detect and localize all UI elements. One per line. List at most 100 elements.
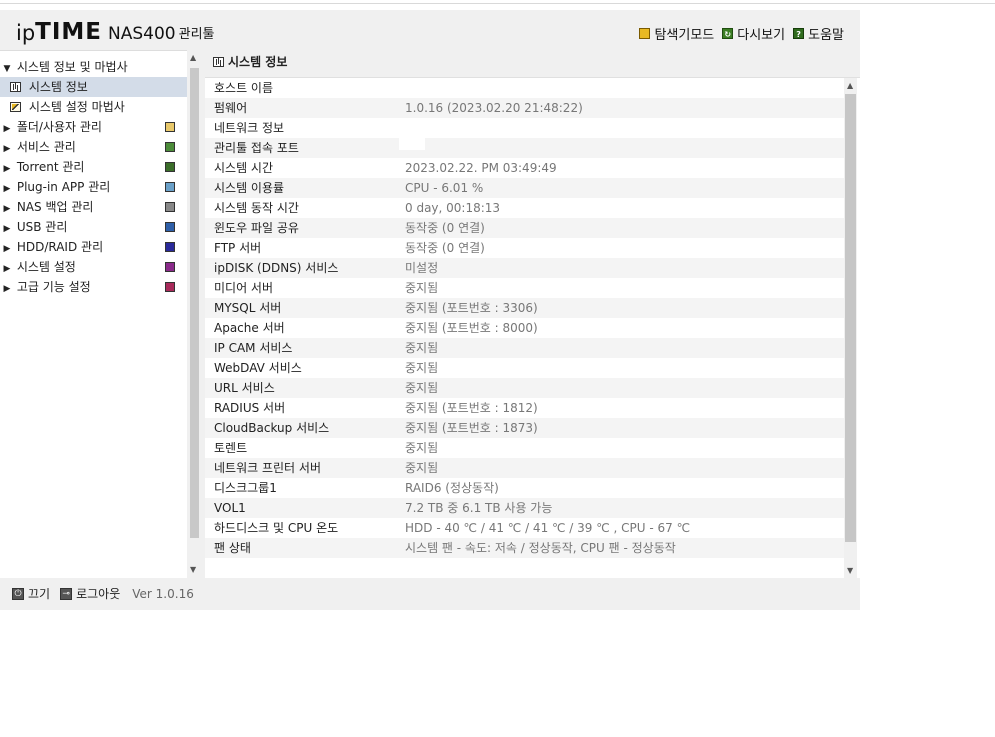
menu-item-label: NAS 백업 관리 bbox=[16, 200, 94, 214]
info-key: 하드디스크 및 CPU 온도 bbox=[214, 521, 339, 535]
table-row: 토렌트 중지됨 bbox=[205, 438, 844, 458]
content-scrollbar[interactable]: ▲ ▼ bbox=[844, 78, 857, 578]
info-value: RAID6 (정상동작) bbox=[405, 481, 499, 495]
menu-item-torrent[interactable]: ▶ Torrent 관리 bbox=[0, 157, 187, 177]
menu-item-label: 시스템 설정 bbox=[16, 260, 76, 274]
model-name: NAS400 bbox=[108, 24, 176, 44]
table-row: 하드디스크 및 CPU 온도 HDD - 40 ℃ / 41 ℃ / 41 ℃ /… bbox=[205, 518, 844, 538]
help-button[interactable]: ? 도움말 bbox=[793, 24, 844, 43]
logout-icon[interactable]: ⊸ bbox=[60, 587, 73, 600]
collapsed-triangle-icon: ▶ bbox=[3, 224, 11, 234]
logo-time-text: TIME bbox=[35, 19, 103, 45]
logo-ip-text: ip bbox=[16, 21, 36, 45]
menu-item-label: HDD/RAID 관리 bbox=[16, 240, 104, 254]
wizard-icon bbox=[10, 102, 21, 112]
collapsed-triangle-icon: ▶ bbox=[3, 284, 11, 294]
menu-item-system-settings[interactable]: ▶ 시스템 설정 bbox=[0, 257, 187, 277]
backup-icon bbox=[165, 202, 175, 212]
info-key: 토렌트 bbox=[214, 441, 248, 455]
menu-item-label: 시스템 정보 bbox=[28, 80, 88, 94]
info-key: 시스템 이용률 bbox=[214, 181, 285, 195]
info-key: 팬 상태 bbox=[214, 541, 251, 555]
refresh-button[interactable]: ↻ 다시보기 bbox=[722, 24, 785, 43]
info-value: 중지됨 bbox=[405, 361, 439, 375]
table-row: 디스크그룹1 RAID6 (정상동작) bbox=[205, 478, 844, 498]
info-value: 7.2 TB 중 6.1 TB 사용 가능 bbox=[405, 501, 553, 515]
scroll-down-icon[interactable]: ▼ bbox=[847, 566, 853, 575]
info-key: 시스템 시간 bbox=[214, 161, 274, 175]
explorer-mode-label: 탐색기모드 bbox=[654, 28, 715, 43]
menu-item-usb[interactable]: ▶ USB 관리 bbox=[0, 217, 187, 237]
table-row: 네트워크 프린터 서버 중지됨 bbox=[205, 458, 844, 478]
expanded-triangle-icon: ▼ bbox=[3, 64, 11, 74]
table-row: ipDISK (DDNS) 서비스 미설정 bbox=[205, 258, 844, 278]
menu-item-label: Plug-in APP 관리 bbox=[16, 180, 111, 194]
info-value: 미설정 bbox=[405, 261, 439, 275]
collapsed-triangle-icon: ▶ bbox=[3, 124, 11, 134]
table-row: 미디어 서버 중지됨 bbox=[205, 278, 844, 298]
menu-item-hdd-raid[interactable]: ▶ HDD/RAID 관리 bbox=[0, 237, 187, 257]
table-row: 시스템 동작 시간 0 day, 00:18:13 bbox=[205, 198, 844, 218]
info-key: WebDAV 서비스 bbox=[214, 361, 302, 375]
table-row: 펌웨어 1.0.16 (2023.02.20 21:48:22) bbox=[205, 98, 844, 118]
info-value: 중지됨 (포트번호 : 8000) bbox=[405, 321, 538, 335]
info-value: HDD - 40 ℃ / 41 ℃ / 41 ℃ / 39 ℃ , CPU - … bbox=[405, 521, 691, 535]
table-row: Apache 서버 중지됨 (포트번호 : 8000) bbox=[205, 318, 844, 338]
chart-icon bbox=[213, 57, 224, 67]
sidebar-menu: ▼ 시스템 정보 및 마법사 시스템 정보 시스템 설정 마법사 ▶ 폴더/사용… bbox=[0, 50, 187, 578]
chart-icon bbox=[10, 82, 21, 92]
scroll-up-icon[interactable]: ▲ bbox=[847, 81, 853, 90]
power-off-link[interactable]: 끄기 bbox=[28, 585, 50, 602]
info-key: 관리툴 접속 포트 bbox=[214, 141, 299, 155]
window-top-border bbox=[0, 3, 995, 4]
info-key: RADIUS 서버 bbox=[214, 401, 286, 415]
menu-group-system-info[interactable]: ▼ 시스템 정보 및 마법사 bbox=[0, 57, 187, 77]
menu-item-setup-wizard[interactable]: 시스템 설정 마법사 bbox=[0, 97, 187, 117]
table-row: 팬 상태 시스템 팬 - 속도: 저속 / 정상동작, CPU 팬 - 정상동작 bbox=[205, 538, 844, 558]
table-row: 시스템 이용률 CPU - 6.01 % bbox=[205, 178, 844, 198]
info-key: 호스트 이름 bbox=[214, 81, 274, 95]
menu-item-backup[interactable]: ▶ NAS 백업 관리 bbox=[0, 197, 187, 217]
scroll-down-icon[interactable]: ▼ bbox=[190, 565, 196, 574]
port-value-box bbox=[399, 138, 425, 150]
menu-item-service[interactable]: ▶ 서비스 관리 bbox=[0, 137, 187, 157]
menu-item-label: 서비스 관리 bbox=[16, 140, 76, 154]
info-key: 윈도우 파일 공유 bbox=[214, 221, 299, 235]
power-icon[interactable]: ⏻ bbox=[12, 587, 24, 600]
scroll-up-icon[interactable]: ▲ bbox=[190, 53, 196, 62]
logout-link[interactable]: 로그아웃 bbox=[76, 585, 120, 602]
info-value: 중지됨 (포트번호 : 1812) bbox=[405, 401, 538, 415]
info-key: IP CAM 서비스 bbox=[214, 341, 293, 355]
system-info-content: 호스트 이름펌웨어 1.0.16 (2023.02.20 21:48:22) 네트워… bbox=[205, 77, 860, 578]
menu-item-system-info[interactable]: 시스템 정보 bbox=[0, 77, 187, 97]
menu-item-label: 고급 기능 설정 bbox=[16, 280, 91, 294]
plugin-icon bbox=[165, 182, 175, 192]
refresh-icon: ↻ bbox=[722, 28, 734, 39]
collapsed-triangle-icon: ▶ bbox=[3, 244, 11, 254]
info-value: 시스템 팬 - 속도: 저속 / 정상동작, CPU 팬 - 정상동작 bbox=[405, 541, 676, 555]
settings-icon bbox=[165, 262, 175, 272]
table-row: MYSQL 서버 중지됨 (포트번호 : 3306) bbox=[205, 298, 844, 318]
main-panel: 시스템 정보 호스트 이름 펌웨어 1.0.16 (2023.02.20 21:48… bbox=[205, 50, 860, 578]
menu-item-folder-user[interactable]: ▶ 폴더/사용자 관리 bbox=[0, 117, 187, 137]
info-key: ipDISK (DDNS) 서비스 bbox=[214, 261, 339, 275]
version-label: Ver 1.0.16 bbox=[132, 586, 194, 601]
help-icon: ? bbox=[793, 28, 805, 39]
menu-item-label: USB 관리 bbox=[16, 220, 68, 234]
sidebar-scroll-thumb[interactable] bbox=[190, 68, 199, 538]
service-icon bbox=[165, 142, 175, 152]
info-value: 2023.02.22. PM 03:49:49 bbox=[405, 161, 557, 175]
folder-user-icon bbox=[165, 122, 175, 132]
info-key: 네트워크 정보 bbox=[214, 121, 285, 135]
iptime-logo: ip TIME NAS400 관리툴 bbox=[16, 17, 215, 45]
collapsed-triangle-icon: ▶ bbox=[3, 184, 11, 194]
info-value: 중지됨 bbox=[405, 341, 439, 355]
menu-item-plugin[interactable]: ▶ Plug-in APP 관리 bbox=[0, 177, 187, 197]
sidebar-scrollbar[interactable]: ▲ ▼ bbox=[188, 50, 201, 577]
content-scroll-thumb[interactable] bbox=[845, 94, 856, 542]
menu-item-advanced[interactable]: ▶ 고급 기능 설정 bbox=[0, 277, 187, 297]
info-key: 미디어 서버 bbox=[214, 281, 274, 295]
explorer-mode-button[interactable]: 탐색기모드 bbox=[639, 24, 714, 43]
info-key: 네트워크 프린터 서버 bbox=[214, 461, 321, 475]
sidebar-footer: ⏻ 끄기 ⊸ 로그아웃 Ver 1.0.16 bbox=[0, 577, 205, 610]
